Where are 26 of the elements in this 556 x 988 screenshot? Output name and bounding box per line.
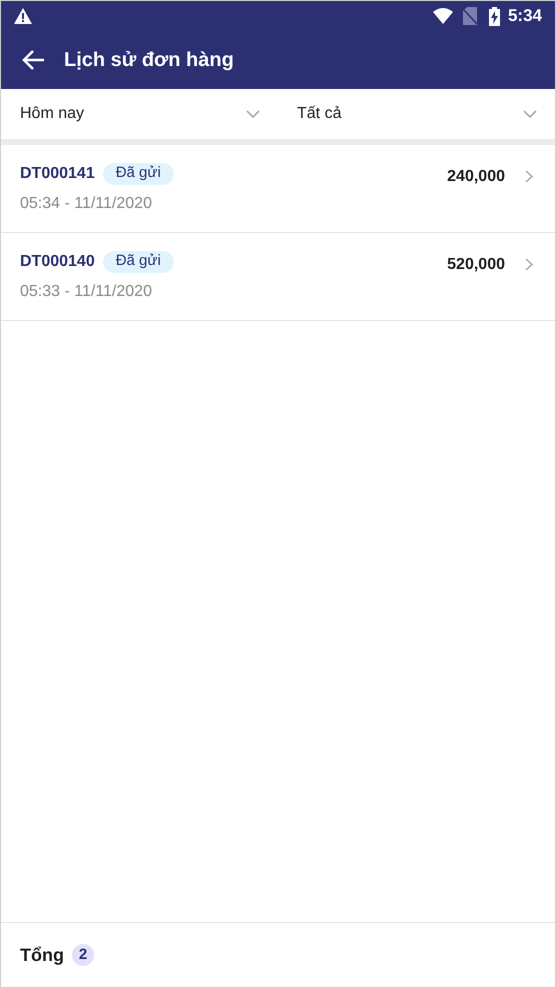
battery-charging-icon (488, 6, 500, 26)
order-row[interactable]: DT000141 Đã gửi 05:34 - 11/11/2020 240,000 (1, 145, 555, 233)
no-sim-icon (462, 7, 477, 25)
order-time: 05:34 - 11/11/2020 (20, 194, 153, 214)
back-button[interactable] (21, 48, 47, 72)
chevron-down-icon (523, 110, 537, 118)
status-badge: Đã gửi (102, 250, 174, 272)
order-code: DT000140 (20, 252, 95, 272)
wifi-icon (432, 8, 453, 24)
chevron-right-icon (525, 258, 533, 271)
chevron-right-icon (525, 170, 533, 183)
chevron-down-icon (246, 110, 260, 118)
order-row[interactable]: DT000140 Đã gửi 05:33 - 11/11/2020 520,000 (1, 233, 555, 321)
filter-dropdown[interactable]: Tất cả (278, 89, 555, 139)
order-amount: 520,000 (447, 255, 505, 275)
order-amount: 240,000 (447, 167, 505, 187)
count-badge: 2 (72, 944, 94, 966)
screen-title: Lịch sử đơn hàng (64, 48, 234, 73)
status-badge: Đã gửi (102, 162, 174, 184)
order-code: DT000141 (20, 164, 95, 184)
order-time: 05:33 - 11/11/2020 (20, 282, 153, 302)
filter-dropdown[interactable]: Hôm nay (1, 89, 278, 139)
back-arrow-icon (21, 49, 45, 71)
clock-time: 5:34 (508, 5, 542, 28)
total-label: Tổng (20, 944, 64, 967)
warning-icon (14, 8, 32, 24)
